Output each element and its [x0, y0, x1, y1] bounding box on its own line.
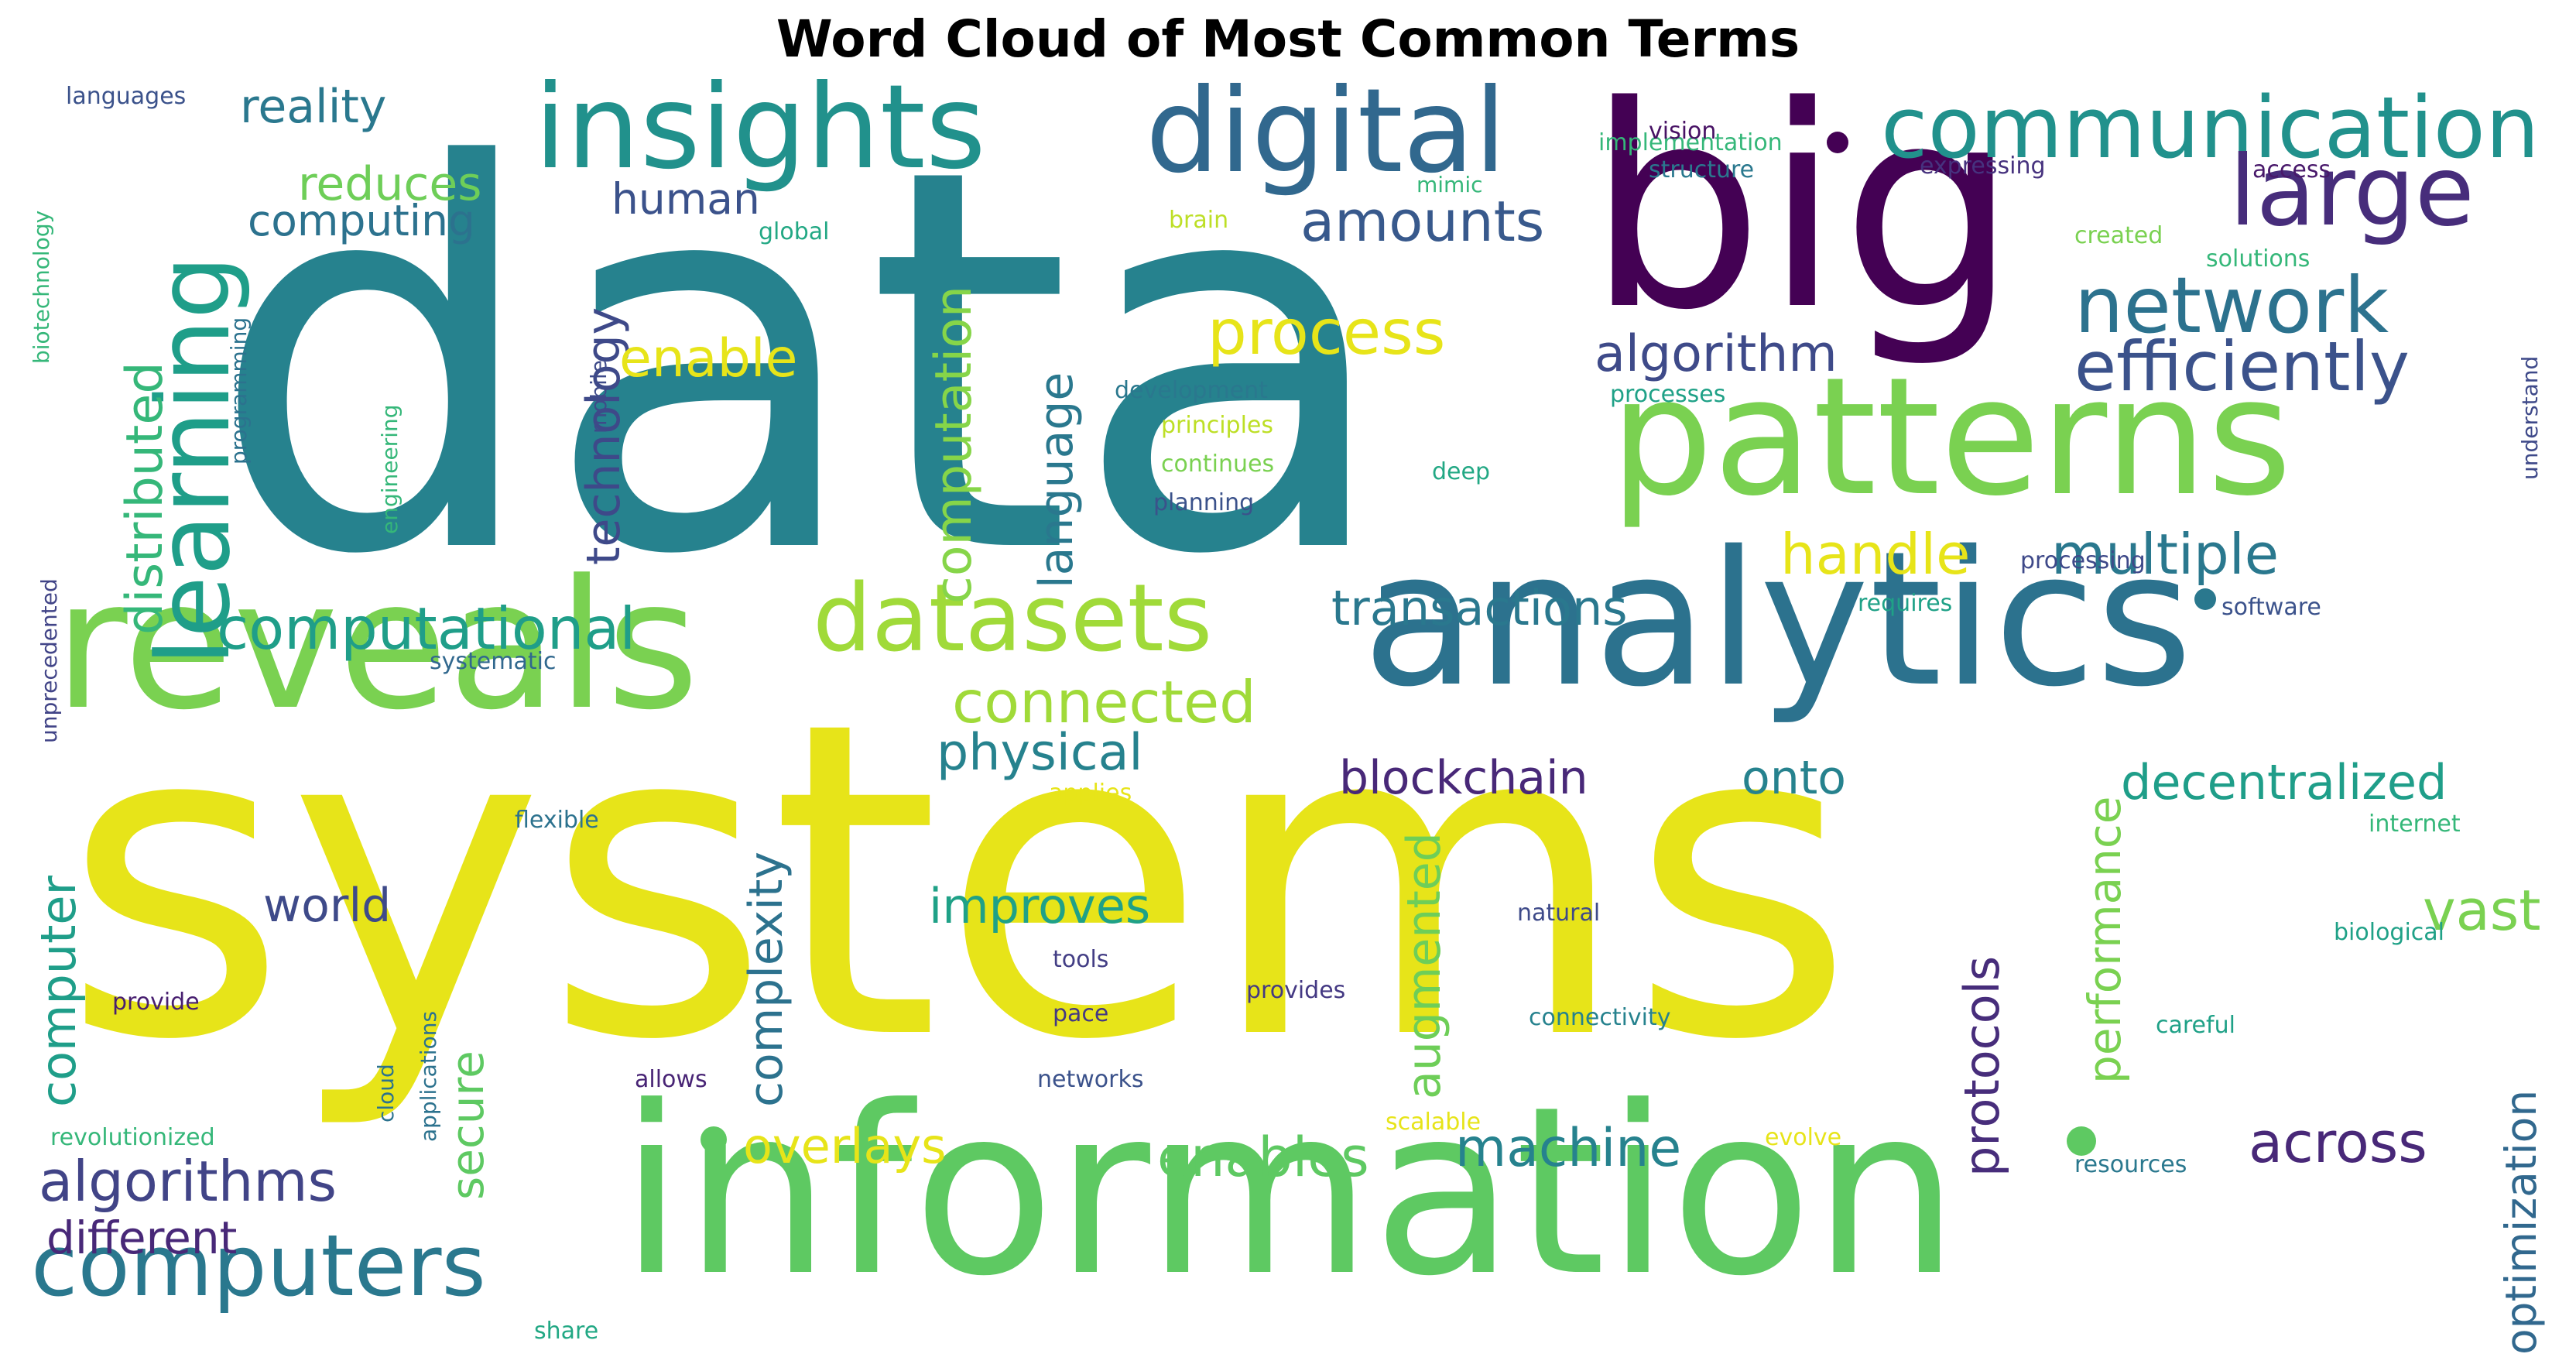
- word-algorithm: algorithm: [1595, 325, 1838, 383]
- word-structure: structure: [1649, 156, 1755, 183]
- word-secure: secure: [441, 1051, 494, 1200]
- word-processes: processes: [1610, 381, 1726, 408]
- word-unprecedented: unprecedented: [36, 578, 62, 743]
- word-machine: machine: [1455, 1118, 1682, 1179]
- word-development: development: [1115, 377, 1268, 404]
- word-augmented: augmented: [1397, 832, 1451, 1099]
- word-protocols: protocols: [1954, 955, 2010, 1177]
- word-engineering: engineering: [377, 404, 402, 534]
- word-connectivity: connectivity: [1529, 1004, 1671, 1031]
- word-requires: requires: [1858, 590, 1953, 617]
- word-access: access: [2252, 156, 2331, 183]
- word-algorithms: algorithms: [39, 1149, 337, 1214]
- word-insights: insights: [534, 77, 986, 195]
- word-overlays: overlays: [743, 1118, 947, 1174]
- word-human: human: [611, 174, 760, 224]
- word-decentralized: decentralized: [2121, 754, 2448, 811]
- word-enable: enable: [619, 328, 798, 389]
- word-distributed: distributed: [116, 362, 174, 635]
- word-flexible: flexible: [515, 807, 599, 834]
- word-computing: computing: [248, 196, 475, 245]
- word-amounts: amounts: [1300, 189, 1545, 254]
- word-provide: provide: [112, 989, 200, 1016]
- word-scalable: scalable: [1386, 1109, 1482, 1136]
- word-internet: internet: [2369, 811, 2461, 838]
- word-mobile: mobile: [586, 360, 611, 434]
- word-software: software: [2221, 594, 2321, 621]
- word-datasets: datasets: [813, 565, 1213, 673]
- dot-mark: [1827, 132, 1848, 153]
- word-applies: applies: [1049, 780, 1132, 807]
- word-provides: provides: [1246, 977, 1346, 1004]
- word-enables: enables: [1157, 1126, 1369, 1189]
- word-understand: understand: [2517, 355, 2543, 480]
- word-optimization: optimization: [2496, 1089, 2546, 1355]
- word-vision: vision: [1649, 118, 1717, 145]
- word-systematic: systematic: [430, 648, 557, 675]
- word-programming: programming: [226, 317, 252, 464]
- word-world: world: [263, 879, 392, 933]
- word-information: information: [619, 1057, 1960, 1327]
- word-planning: planning: [1153, 489, 1255, 516]
- word-principles: principles: [1161, 412, 1274, 439]
- word-mimic: mimic: [1416, 172, 1483, 197]
- word-languages: languages: [66, 83, 187, 110]
- word-expressing: expressing: [1920, 153, 2046, 180]
- word-continues: continues: [1161, 451, 1275, 478]
- dot-mark: [701, 1126, 727, 1153]
- word-language: language: [1029, 372, 1084, 588]
- word-careful: careful: [2156, 1012, 2235, 1039]
- word-onto: onto: [1742, 751, 1846, 805]
- word-brain: brain: [1169, 207, 1229, 234]
- word-biological: biological: [2334, 919, 2445, 946]
- word-improves: improves: [929, 878, 1151, 934]
- word-resources: resources: [2074, 1151, 2187, 1178]
- word-evolve: evolve: [1765, 1124, 1842, 1151]
- word-efficiently: efficiently: [2074, 327, 2410, 406]
- word-across: across: [2249, 1110, 2427, 1175]
- word-handle: handle: [1780, 522, 1971, 587]
- word-deep: deep: [1432, 458, 1490, 485]
- word-physical: physical: [937, 724, 1143, 782]
- word-reality: reality: [240, 80, 387, 134]
- word-process: process: [1208, 296, 1446, 368]
- word-share: share: [534, 1318, 599, 1345]
- word-complexity: complexity: [739, 852, 793, 1107]
- word-networks: networks: [1037, 1066, 1144, 1093]
- word-natural: natural: [1517, 900, 1601, 927]
- dot-mark: [2067, 1126, 2096, 1156]
- word-blockchain: blockchain: [1339, 751, 1588, 805]
- word-cloud: data systems information big analytics patter…: [23, 77, 2553, 1355]
- word-tools: tools: [1053, 946, 1109, 973]
- chart-title: Word Cloud of Most Common Terms: [776, 9, 1800, 69]
- word-pace: pace: [1053, 1000, 1109, 1027]
- word-computer: computer: [30, 875, 87, 1107]
- dot-mark: [2194, 588, 2216, 610]
- word-solutions: solutions: [2206, 245, 2311, 272]
- word-processing: processing: [2020, 547, 2146, 574]
- word-computation: computation: [925, 285, 983, 604]
- word-performance: performance: [2078, 796, 2131, 1084]
- word-transactions: transactions: [1331, 580, 1628, 636]
- word-different: different: [46, 1212, 238, 1264]
- word-applications: applications: [416, 1010, 441, 1142]
- word-global: global: [759, 218, 830, 245]
- word-created: created: [2074, 222, 2163, 249]
- word-allows: allows: [635, 1066, 707, 1093]
- word-connected: connected: [952, 668, 1256, 736]
- word-revolutionized: revolutionized: [50, 1124, 215, 1151]
- word-computational: computational: [217, 595, 636, 663]
- word-biotechnology: biotechnology: [29, 210, 54, 364]
- word-cloud: cloud: [373, 1064, 399, 1123]
